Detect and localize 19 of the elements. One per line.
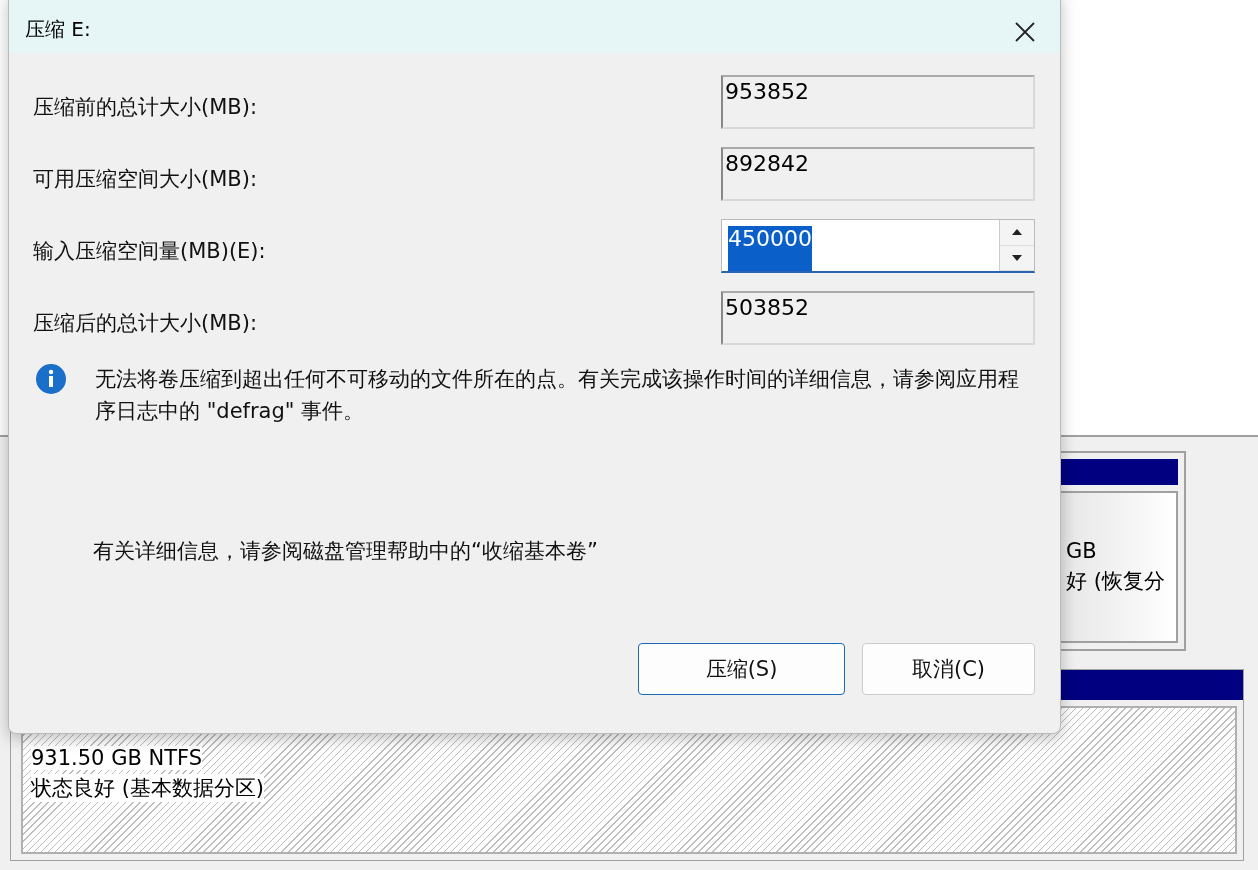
field-label: 压缩后的总计大小(MB):	[33, 310, 257, 337]
window-title: 压缩 E:	[25, 16, 91, 43]
readonly-field: 503852	[721, 291, 1035, 345]
close-icon[interactable]	[1014, 21, 1036, 43]
help-text: 有关详细信息，请参阅磁盘管理帮助中的“收缩基本卷”	[93, 538, 599, 565]
dialog-button[interactable]: 压缩(S)	[638, 643, 845, 695]
field-label: 压缩前的总计大小(MB):	[33, 94, 257, 121]
field-label: 可用压缩空间大小(MB):	[33, 166, 257, 193]
info-message: 无法将卷压缩到超出任何不可移动的文件所在的点。有关完成该操作时间的详细信息，请参阅应用程序日志中的 "defrag" 事件。	[95, 366, 1020, 425]
info-icon	[35, 363, 67, 395]
readonly-field: 953852	[721, 75, 1035, 129]
input-field[interactable]: 450000	[721, 219, 1035, 273]
dialog-button[interactable]: 取消(C)	[862, 643, 1035, 695]
partition-size: 931.50 GB NTFS	[31, 746, 203, 770]
partition-status: 状态良好 (基本数据分区)	[31, 774, 265, 802]
readonly-field: 892842	[721, 147, 1035, 201]
partition-status: 好 (恢复分	[1066, 568, 1165, 595]
partition-size: GB	[1066, 539, 1097, 563]
field-label: 输入压缩空间量(MB)(E):	[33, 238, 266, 265]
